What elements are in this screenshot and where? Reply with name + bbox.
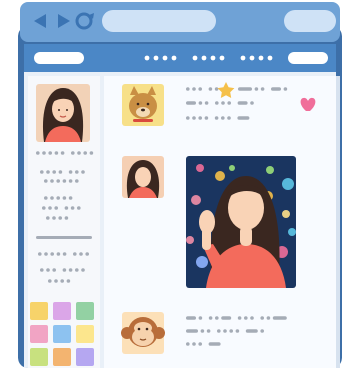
sidebar-tile[interactable] bbox=[76, 302, 94, 320]
post-avatar-woman[interactable] bbox=[122, 156, 164, 198]
post-avatar-dog[interactable] bbox=[122, 84, 164, 126]
post-avatar-monkey[interactable] bbox=[121, 312, 165, 354]
placeholder-text-line bbox=[238, 87, 288, 91]
sidebar-tile[interactable] bbox=[53, 348, 71, 366]
sidebar-tile[interactable] bbox=[76, 325, 94, 343]
site-logo[interactable] bbox=[34, 52, 84, 64]
sidebar-tile[interactable] bbox=[30, 302, 48, 320]
sidebar-tile[interactable] bbox=[30, 348, 48, 366]
header-button[interactable] bbox=[288, 52, 328, 64]
sidebar-tile[interactable] bbox=[53, 325, 71, 343]
profile-avatar[interactable] bbox=[36, 84, 90, 142]
sidebar-divider bbox=[36, 236, 92, 239]
scrollbar[interactable] bbox=[336, 76, 340, 368]
placeholder-text-line bbox=[38, 252, 89, 256]
address-bar[interactable] bbox=[102, 10, 216, 32]
search-bar[interactable] bbox=[284, 10, 336, 32]
sidebar-tile[interactable] bbox=[53, 302, 71, 320]
sidebar-tile-grid bbox=[30, 302, 94, 366]
post-photo[interactable] bbox=[186, 156, 296, 288]
sidebar-tile[interactable] bbox=[76, 348, 94, 366]
sidebar-tile[interactable] bbox=[30, 325, 48, 343]
